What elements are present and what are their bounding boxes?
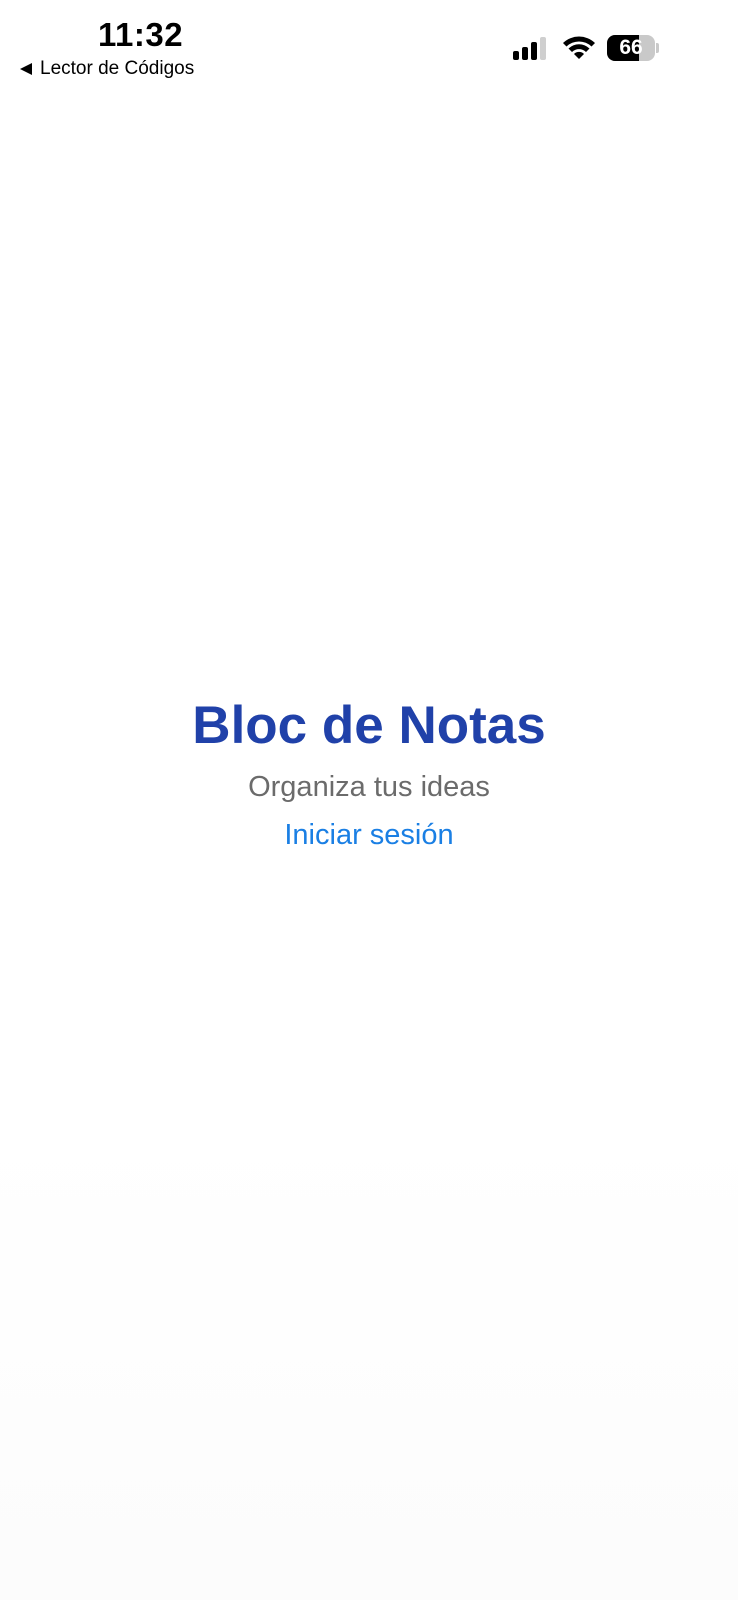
battery-icon: 66 [607, 35, 655, 61]
cellular-signal-icon [513, 36, 546, 60]
app-screen: 11:32 Lector de Códigos 66 Bloc de Notas… [0, 0, 738, 1600]
battery-percent: 66 [619, 36, 643, 59]
back-to-app-button[interactable]: Lector de Códigos [20, 58, 194, 80]
app-subtitle: Organiza tus ideas [248, 771, 490, 803]
status-time: 11:32 [98, 16, 184, 53]
welcome-content: Bloc de Notas Organiza tus ideas Iniciar… [0, 690, 738, 855]
back-arrow-icon [20, 63, 32, 75]
wifi-icon [563, 36, 595, 59]
back-app-label: Lector de Códigos [40, 58, 195, 79]
battery-cap [656, 43, 659, 53]
app-title: Bloc de Notas [192, 696, 546, 755]
login-link[interactable]: Iniciar sesión [284, 815, 453, 855]
